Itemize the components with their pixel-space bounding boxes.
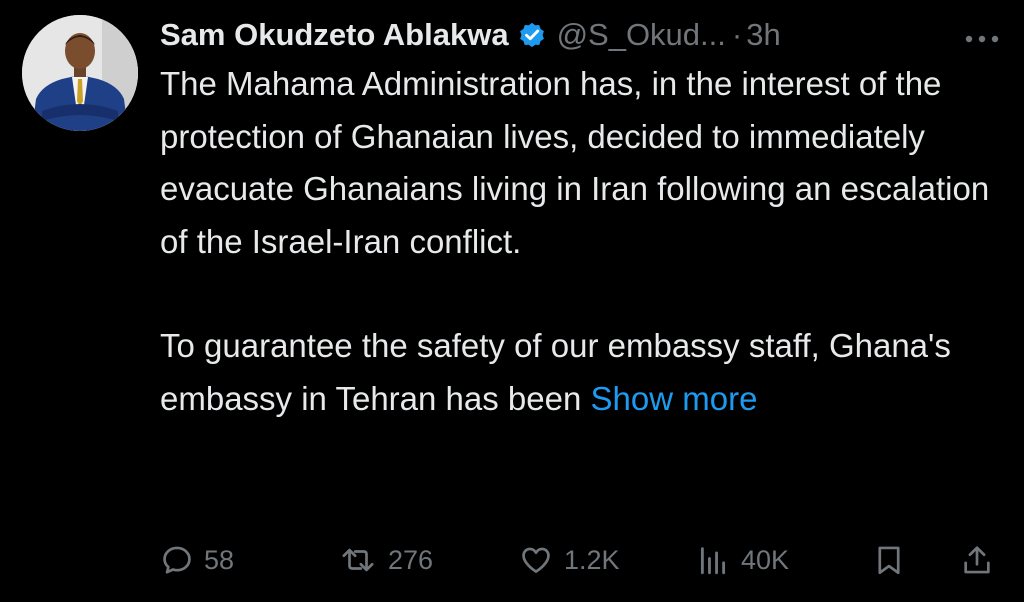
tweet-paragraph-2: To guarantee the safety of our embassy s… <box>160 320 1010 425</box>
tweet-time[interactable]: 3h <box>746 17 780 53</box>
views-chart-icon <box>695 543 731 577</box>
tweet[interactable]: Sam Okudzeto Ablakwa @S_Okud... · 3h The… <box>0 0 1024 602</box>
bookmark-icon <box>872 543 906 577</box>
like-button[interactable]: 1.2K <box>518 536 620 584</box>
views-count: 40K <box>741 544 790 575</box>
tweet-header: Sam Okudzeto Ablakwa @S_Okud... · 3h <box>160 12 1004 58</box>
share-icon <box>960 543 994 577</box>
more-horizontal-icon[interactable] <box>964 20 1000 51</box>
author-name[interactable]: Sam Okudzeto Ablakwa <box>160 17 509 53</box>
bookmark-button[interactable] <box>872 536 906 584</box>
avatar[interactable] <box>22 15 138 131</box>
reply-count: 58 <box>204 544 235 575</box>
tweet-body: The Mahama Administration has, in the in… <box>160 58 1010 425</box>
tweet-paragraph-2-text: To guarantee the safety of our embassy s… <box>160 327 951 417</box>
separator-dot: · <box>731 17 743 52</box>
action-bar: 58 276 1.2K 40K <box>160 536 1000 584</box>
views-button[interactable]: 40K <box>695 536 789 584</box>
like-count: 1.2K <box>564 544 620 575</box>
verified-badge-icon <box>517 20 547 50</box>
repost-icon <box>338 543 378 577</box>
show-more-link[interactable]: Show more <box>591 380 758 417</box>
tweet-paragraph-1: The Mahama Administration has, in the in… <box>160 65 990 260</box>
repost-count: 276 <box>388 544 434 575</box>
repost-button[interactable]: 276 <box>338 536 433 584</box>
author-handle[interactable]: @S_Okud... <box>557 17 726 53</box>
reply-icon <box>160 543 194 577</box>
heart-icon <box>518 543 554 577</box>
share-button[interactable] <box>960 536 994 584</box>
reply-button[interactable]: 58 <box>160 536 234 584</box>
